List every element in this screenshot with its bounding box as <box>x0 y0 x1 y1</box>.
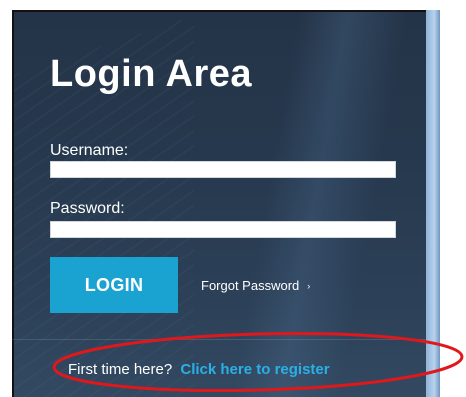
divider <box>12 339 426 340</box>
register-row: First time here? Click here to register <box>68 361 330 378</box>
page-title: Login Area <box>50 53 253 95</box>
chevron-right-icon: › <box>307 281 311 291</box>
register-prompt: First time here? <box>68 361 173 378</box>
background-edge <box>426 10 440 397</box>
forgot-password-link[interactable]: Forgot Password › <box>201 278 310 293</box>
forgot-password-label: Forgot Password <box>201 278 300 293</box>
password-label: Password: <box>50 200 125 217</box>
password-input[interactable] <box>50 221 396 238</box>
screenshot-stage: Login Area Username: Password: LOGIN For… <box>0 0 466 397</box>
register-link[interactable]: Click here to register <box>180 361 329 378</box>
username-label: Username: <box>50 142 129 159</box>
username-input[interactable] <box>50 161 396 178</box>
login-button[interactable]: LOGIN <box>50 257 178 313</box>
